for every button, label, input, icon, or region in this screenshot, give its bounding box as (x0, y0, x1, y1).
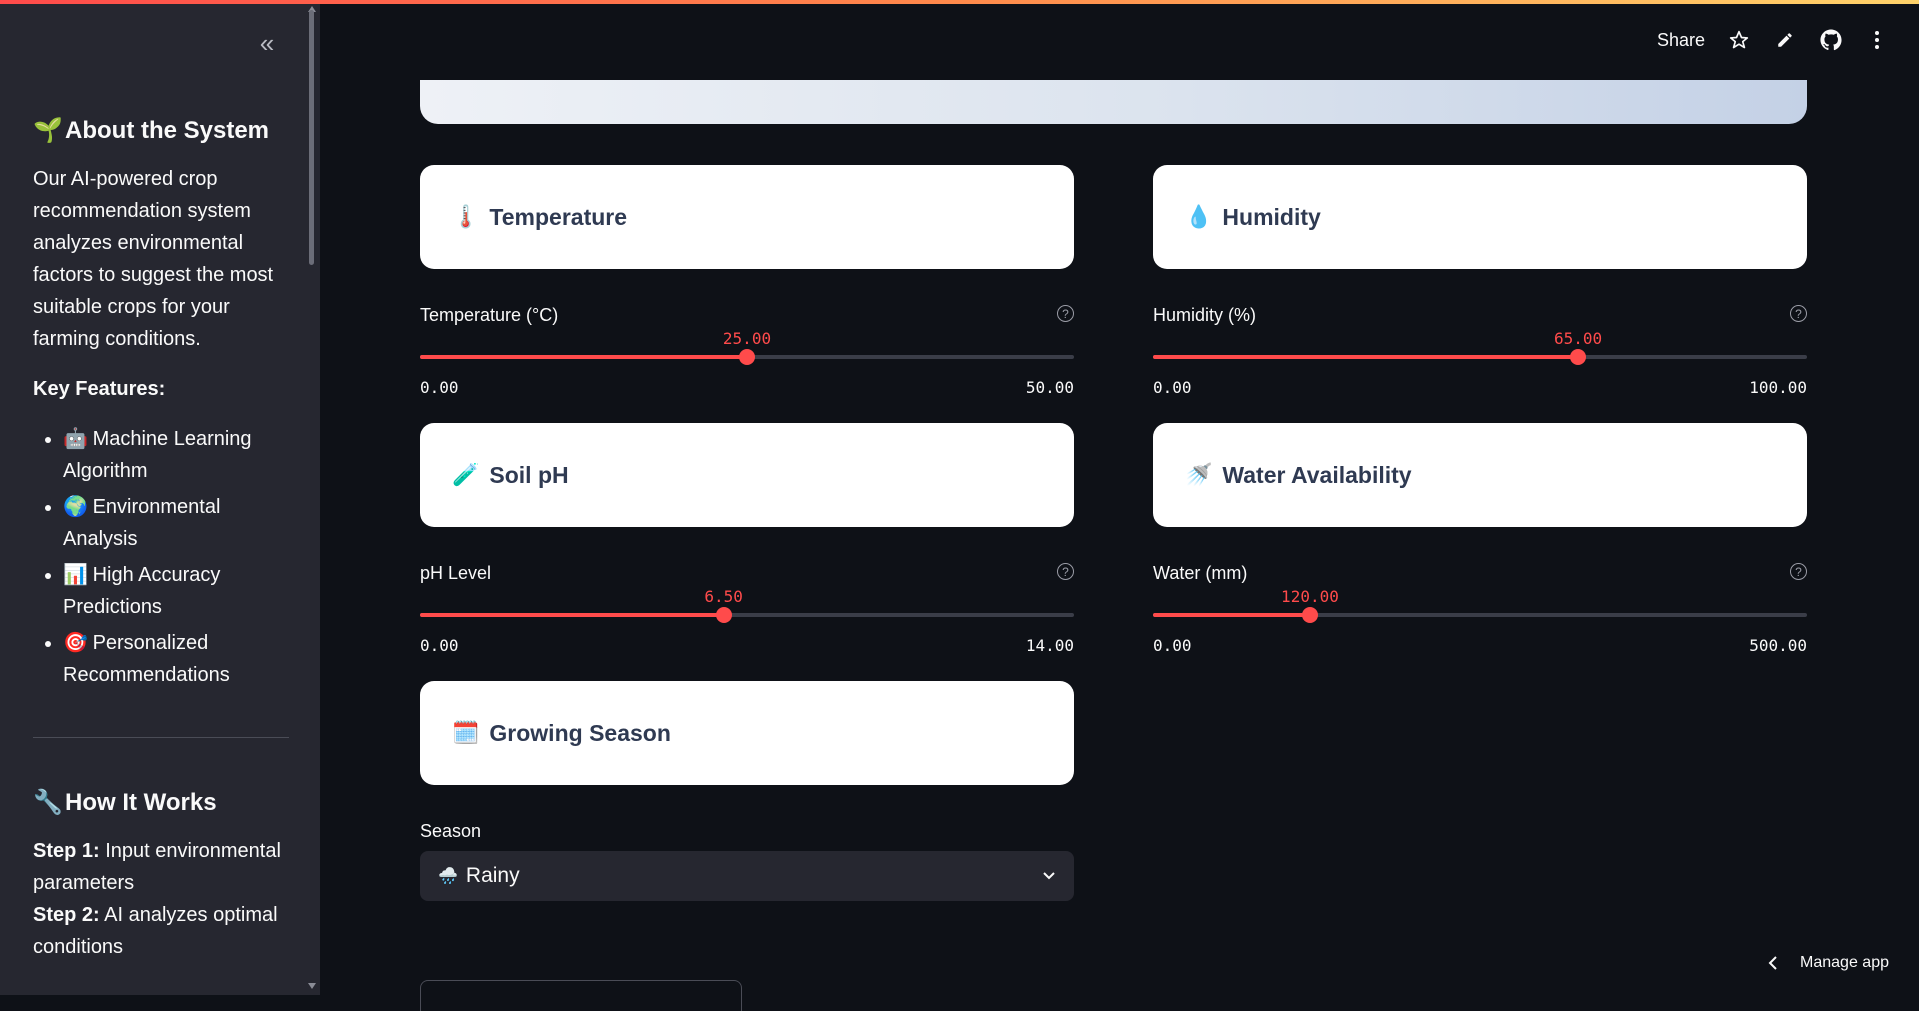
slider-label: Temperature (°C) (420, 305, 559, 325)
help-icon[interactable]: ? (1790, 563, 1807, 580)
slider-thumb[interactable] (739, 349, 755, 365)
sidebar-scrollbar[interactable] (309, 10, 314, 265)
temperature-card: 🌡️ Temperature (420, 165, 1074, 269)
how-title: How It Works (65, 788, 217, 816)
submit-button-partial[interactable] (420, 980, 742, 1011)
season-label: Season (420, 821, 482, 841)
water-slider[interactable]: Water (mm) ? 120.00 0.00 500.00 (1153, 563, 1807, 663)
scroll-down-icon[interactable] (308, 983, 316, 989)
sidebar: « 🌱 About the System Our AI-powered crop… (0, 0, 320, 995)
slider-value: 65.00 (1554, 329, 1603, 348)
droplet-icon: 💧 (1185, 204, 1213, 229)
slider-max: 500.00 (1749, 636, 1807, 655)
slider-track[interactable] (1153, 607, 1807, 623)
step-label: Step 2: (33, 904, 100, 926)
star-icon[interactable] (1727, 28, 1751, 52)
slider-min: 0.00 (1153, 636, 1192, 655)
slider-value: 6.50 (704, 587, 743, 606)
about-heading: 🌱 About the System (33, 116, 289, 145)
slider-max: 14.00 (1025, 636, 1074, 655)
feature-item: 🤖 Machine Learning Algorithm (63, 423, 289, 487)
card-title: Humidity (1222, 203, 1321, 230)
humidity-slider[interactable]: Humidity (%) ? 65.00 0.00 100.00 (1153, 305, 1807, 405)
feature-item: 🌍 Environmental Analysis (63, 491, 289, 555)
feature-label: Personalized Recommendations (63, 632, 230, 686)
water-card: 🚿 Water Availability (1153, 423, 1807, 527)
hero-banner (420, 80, 1807, 124)
soil-ph-card: 🧪 Soil pH (420, 423, 1074, 527)
slider-value: 25.00 (722, 329, 772, 348)
manage-app-button[interactable]: Manage app (1768, 954, 1889, 972)
slider-max: 100.00 (1749, 378, 1807, 397)
features-list: 🤖 Machine Learning Algorithm 🌍 Environme… (33, 423, 289, 691)
slider-max: 50.00 (1025, 378, 1074, 397)
slider-min: 0.00 (420, 636, 459, 655)
slider-thumb[interactable] (715, 607, 732, 623)
slider-thumb[interactable] (1301, 607, 1318, 623)
slider-label: pH Level (420, 563, 492, 583)
season-select-value: Rainy (465, 864, 520, 887)
seedling-icon: 🌱 (33, 117, 63, 144)
slider-fill (420, 355, 747, 359)
how-heading: 🔧 How It Works (33, 788, 289, 817)
manage-app-label: Manage app (1800, 954, 1889, 971)
collapse-sidebar-icon[interactable]: « (252, 30, 282, 56)
temperature-slider[interactable]: Temperature (°C) ? 25.00 0.00 50.00 (420, 305, 1074, 405)
slider-label: Water (mm) (1153, 563, 1248, 583)
shower-icon: 🚿 (1185, 462, 1213, 487)
about-description: Our AI-powered crop recommendation syste… (33, 168, 274, 350)
slider-min: 0.00 (1153, 378, 1192, 397)
slider-thumb[interactable] (1570, 349, 1587, 365)
features-heading: Key Features: (33, 378, 166, 400)
globe-icon: 🌍 (63, 496, 88, 518)
slider-fill (1153, 355, 1579, 359)
slider-value: 120.00 (1281, 587, 1339, 606)
slider-fill (420, 613, 724, 617)
target-icon: 🎯 (63, 632, 88, 654)
help-icon[interactable]: ? (1057, 305, 1074, 322)
robot-icon: 🤖 (63, 428, 88, 450)
share-button[interactable]: Share (1657, 30, 1705, 51)
help-icon[interactable]: ? (1057, 563, 1074, 580)
chevron-down-icon[interactable] (1042, 869, 1056, 883)
github-icon[interactable] (1819, 28, 1843, 52)
pencil-icon[interactable] (1773, 28, 1797, 52)
feature-label: Machine Learning Algorithm (63, 428, 252, 482)
slider-track[interactable] (420, 349, 1074, 365)
humidity-card: 💧 Humidity (1153, 165, 1807, 269)
ph-slider[interactable]: pH Level ? 6.50 0.00 14.00 (420, 563, 1074, 663)
card-title: Water Availability (1222, 461, 1412, 488)
top-accent-bar (0, 0, 1919, 4)
test-tube-icon: 🧪 (452, 462, 480, 487)
feature-item: 📊 High Accuracy Predictions (63, 559, 289, 623)
feature-label: Environmental Analysis (63, 496, 221, 550)
wrench-icon: 🔧 (33, 789, 63, 816)
feature-label: High Accuracy Predictions (63, 564, 221, 618)
card-title: Growing Season (489, 719, 671, 746)
bar-chart-icon: 📊 (63, 564, 88, 586)
thermometer-icon: 🌡️ (452, 204, 480, 229)
sidebar-divider (33, 737, 289, 738)
sidebar-content: 🌱 About the System Our AI-powered crop r… (33, 116, 289, 963)
calendar-icon: 🗓️ (452, 720, 480, 745)
rain-cloud-icon: 🌧️ (438, 868, 458, 885)
season-select[interactable]: 🌧️ Rainy (420, 851, 1074, 901)
feature-item: 🎯 Personalized Recommendations (63, 627, 289, 691)
header-toolbar: Share (1657, 28, 1889, 52)
season-card: 🗓️ Growing Season (420, 681, 1074, 785)
slider-label: Humidity (%) (1153, 305, 1257, 325)
card-title: Soil pH (489, 461, 569, 488)
slider-track[interactable] (420, 607, 1074, 623)
about-title: About the System (65, 116, 270, 144)
chevron-left-icon (1768, 956, 1777, 970)
step-2: Step 2: AI analyzes optimal conditions (33, 899, 289, 963)
help-icon[interactable]: ? (1790, 305, 1807, 322)
more-vertical-icon[interactable] (1865, 28, 1889, 52)
slider-track[interactable] (1153, 349, 1807, 365)
step-label: Step 1: (33, 840, 100, 862)
slider-min: 0.00 (420, 378, 459, 397)
step-1: Step 1: Input environmental parameters (33, 835, 289, 899)
card-title: Temperature (489, 203, 628, 230)
slider-fill (1153, 613, 1310, 617)
